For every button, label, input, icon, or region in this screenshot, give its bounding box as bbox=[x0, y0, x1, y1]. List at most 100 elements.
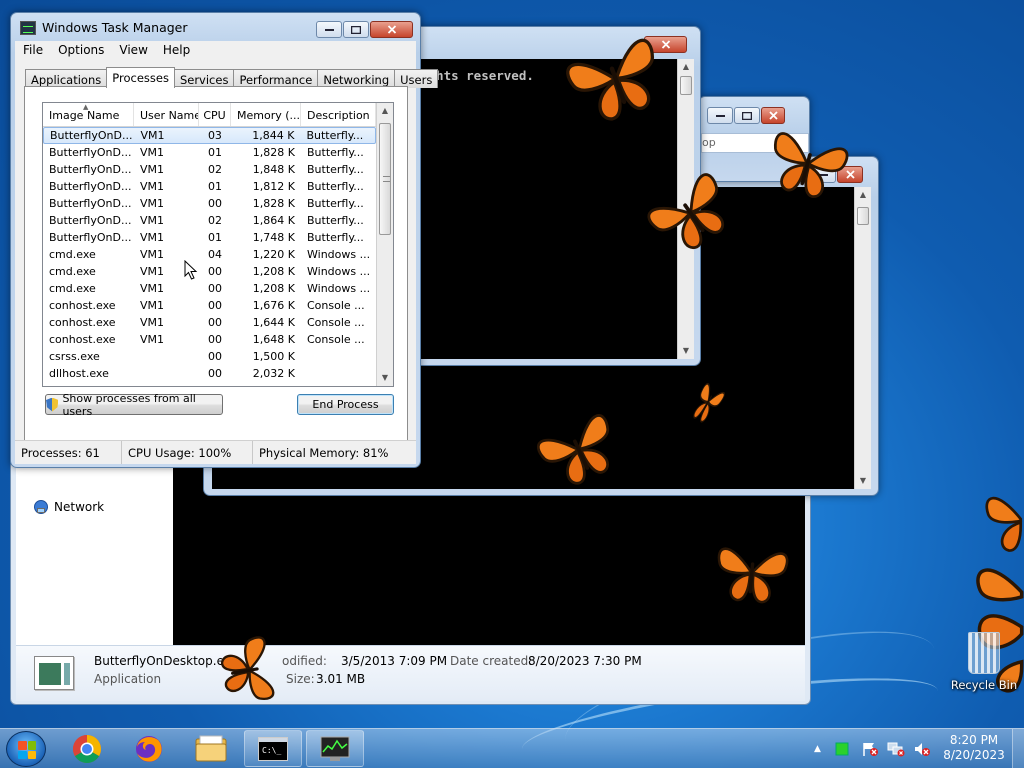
navigation-pane: Network bbox=[16, 461, 176, 646]
scroll-thumb[interactable] bbox=[379, 123, 391, 235]
process-rows: ButterflyOnD... VM1 03 1,844 K Butterfly... B… bbox=[43, 127, 376, 382]
cell-description: Butterfly... bbox=[307, 197, 364, 210]
scroll-down-arrow[interactable]: ▼ bbox=[377, 370, 393, 386]
table-row[interactable]: ButterflyOnD... VM1 02 1,864 K Butterfly... bbox=[43, 212, 376, 229]
title-bar[interactable]: Windows Task Manager bbox=[20, 20, 188, 35]
cell-description: Windows ... bbox=[307, 265, 371, 278]
column-memory[interactable]: Memory (... bbox=[231, 103, 301, 126]
cell-cpu: 01 bbox=[208, 180, 222, 193]
network-tray-icon[interactable] bbox=[887, 741, 905, 757]
green-status-icon[interactable] bbox=[835, 742, 849, 756]
butterfly-icon bbox=[537, 414, 610, 485]
maximize-button[interactable] bbox=[343, 21, 369, 38]
cell-user-name: VM1 bbox=[140, 282, 165, 295]
cell-cpu: 00 bbox=[208, 197, 222, 210]
maximize-icon bbox=[351, 25, 361, 34]
cell-description: Console ... bbox=[307, 333, 365, 346]
column-user-name[interactable]: User Name bbox=[134, 103, 199, 126]
recycle-bin-icon bbox=[968, 632, 1000, 674]
process-list[interactable]: ▲ Image Name User Name CPU Memory (... De… bbox=[42, 102, 394, 387]
scroll-down-arrow[interactable]: ▼ bbox=[855, 473, 871, 489]
cell-memory: 1,828 K bbox=[252, 146, 295, 159]
table-row[interactable]: ButterflyOnD... VM1 01 1,812 K Butterfly... bbox=[43, 178, 376, 195]
cell-user-name: VM1 bbox=[140, 129, 165, 142]
scroll-up-arrow[interactable]: ▲ bbox=[678, 59, 694, 75]
table-row[interactable]: cmd.exe VM1 00 1,208 K Windows ... bbox=[43, 263, 376, 280]
folder-icon bbox=[195, 735, 227, 761]
show-desktop-button[interactable] bbox=[1012, 729, 1024, 768]
table-row[interactable]: ButterflyOnD... VM1 03 1,844 K Butterfly... bbox=[43, 127, 376, 144]
taskbar-explorer[interactable] bbox=[182, 730, 240, 767]
cell-cpu: 00 bbox=[208, 367, 222, 380]
cell-user-name: VM1 bbox=[140, 214, 165, 227]
butterfly-icon bbox=[693, 382, 725, 423]
scroll-up-arrow[interactable]: ▲ bbox=[855, 187, 871, 203]
show-all-processes-button[interactable]: Show processes from all users bbox=[45, 392, 223, 418]
scroll-thumb[interactable] bbox=[680, 76, 692, 95]
mouse-cursor-icon bbox=[184, 260, 198, 280]
column-memory-label: Memory (... bbox=[237, 109, 301, 122]
scroll-thumb[interactable] bbox=[857, 207, 869, 225]
menu-view[interactable]: View bbox=[111, 41, 154, 61]
cell-cpu: 02 bbox=[208, 214, 222, 227]
cell-description: Windows ... bbox=[307, 248, 371, 261]
recycle-bin[interactable]: Recycle Bin bbox=[944, 632, 1024, 692]
table-row[interactable]: cmd.exe VM1 00 1,208 K Windows ... bbox=[43, 280, 376, 297]
minimize-button[interactable] bbox=[707, 107, 733, 124]
table-row[interactable]: conhost.exe VM1 00 1,676 K Console ... bbox=[43, 297, 376, 314]
chrome-icon bbox=[73, 734, 101, 763]
taskbar-chrome[interactable] bbox=[58, 730, 116, 767]
table-row[interactable]: cmd.exe VM1 04 1,220 K Windows ... bbox=[43, 246, 376, 263]
action-center-flag-icon[interactable] bbox=[861, 741, 879, 757]
table-row[interactable]: ButterflyOnD... VM1 02 1,848 K Butterfly... bbox=[43, 161, 376, 178]
scroll-up-arrow[interactable]: ▲ bbox=[377, 103, 393, 119]
process-list-scrollbar[interactable]: ▲ ▼ bbox=[376, 103, 393, 386]
taskbar-task-manager[interactable] bbox=[306, 730, 364, 767]
minimize-button[interactable] bbox=[316, 21, 342, 38]
status-bar: Processes: 61 CPU Usage: 100% Physical M… bbox=[15, 440, 416, 464]
details-size-label: Size: bbox=[286, 672, 315, 686]
table-row[interactable]: ButterflyOnD... VM1 01 1,748 K Butterfly... bbox=[43, 229, 376, 246]
end-process-button[interactable]: End Process bbox=[297, 394, 394, 415]
cell-memory: 1,208 K bbox=[252, 265, 295, 278]
tab-strip: Applications Processes Services Performa… bbox=[25, 67, 439, 88]
console-scrollbar[interactable]: ▲ ▼ bbox=[854, 187, 871, 489]
clock-time: 8:20 PM bbox=[949, 733, 999, 747]
table-row[interactable]: conhost.exe VM1 00 1,648 K Console ... bbox=[43, 331, 376, 348]
table-row[interactable]: ButterflyOnD... VM1 00 1,828 K Butterfly... bbox=[43, 195, 376, 212]
maximize-button[interactable] bbox=[734, 107, 760, 124]
start-button[interactable] bbox=[6, 731, 46, 767]
taskbar-firefox[interactable] bbox=[120, 730, 178, 767]
table-row[interactable]: dllhost.exe 00 2,032 K bbox=[43, 365, 376, 382]
butterfly-icon bbox=[220, 636, 275, 701]
details-modified-value: 3/5/2013 7:09 PM bbox=[341, 654, 448, 668]
scroll-down-arrow[interactable]: ▼ bbox=[678, 343, 694, 359]
cell-user-name: VM1 bbox=[140, 180, 165, 193]
details-pane: ButterflyOnDesktop.exe Application odifi… bbox=[16, 645, 805, 701]
butterfly-icon bbox=[985, 496, 1023, 552]
taskbar-cmd[interactable]: C:\_ bbox=[244, 730, 302, 767]
table-row[interactable]: ButterflyOnD... VM1 01 1,828 K Butterfly... bbox=[43, 144, 376, 161]
column-image-name[interactable]: ▲ Image Name bbox=[43, 103, 134, 126]
menu-options[interactable]: Options bbox=[50, 41, 111, 61]
cell-description: Butterfly... bbox=[307, 231, 364, 244]
task-manager-window[interactable]: Windows Task Manager File Options View H… bbox=[10, 12, 439, 468]
menu-file[interactable]: File bbox=[15, 41, 50, 61]
volume-muted-icon[interactable] bbox=[913, 741, 931, 757]
cell-memory: 1,500 K bbox=[252, 350, 295, 363]
close-button[interactable] bbox=[370, 21, 413, 38]
tab-processes[interactable]: Processes bbox=[106, 67, 175, 88]
status-memory: Physical Memory: 81% bbox=[259, 446, 389, 460]
show-hidden-icons-icon[interactable]: ▲ bbox=[814, 744, 821, 754]
menu-help[interactable]: Help bbox=[155, 41, 197, 61]
table-row[interactable]: conhost.exe VM1 00 1,644 K Console ... bbox=[43, 314, 376, 331]
cell-memory: 1,848 K bbox=[252, 163, 295, 176]
nav-item-network[interactable]: Network bbox=[33, 499, 104, 515]
table-row[interactable]: csrss.exe 00 1,500 K bbox=[43, 348, 376, 365]
cell-user-name: VM1 bbox=[140, 316, 165, 329]
cell-cpu: 04 bbox=[208, 248, 222, 261]
cell-description: Console ... bbox=[307, 316, 365, 329]
column-cpu[interactable]: CPU bbox=[199, 103, 231, 126]
column-description[interactable]: Description bbox=[301, 103, 376, 126]
taskbar-clock[interactable]: 8:20 PM 8/20/2023 bbox=[941, 733, 1007, 763]
